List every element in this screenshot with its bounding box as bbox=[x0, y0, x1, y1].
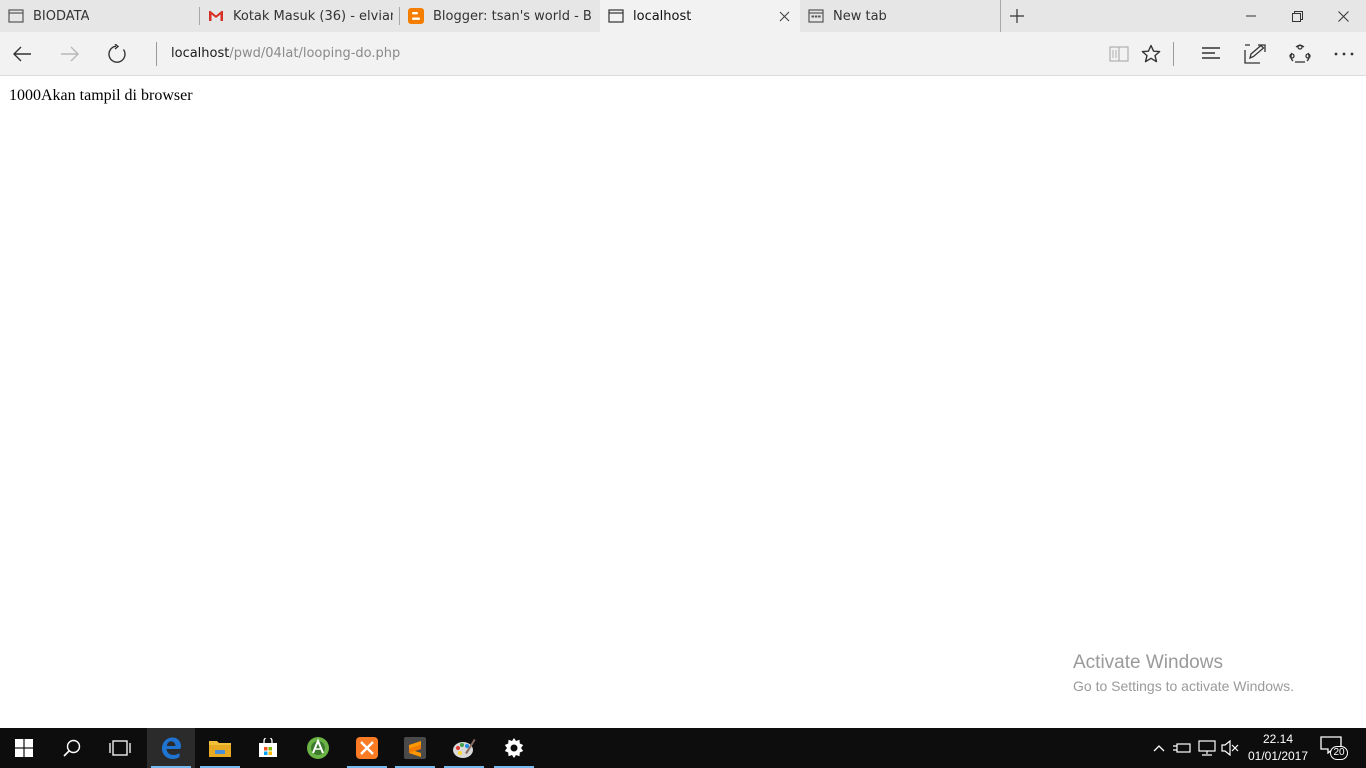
search-icon bbox=[63, 739, 81, 757]
taskbar-clock[interactable]: 22.14 01/01/2017 bbox=[1244, 731, 1312, 765]
taskbar-settings[interactable] bbox=[490, 728, 538, 768]
page-output-text: 1000Akan tampil di browser bbox=[9, 87, 193, 104]
toolbar-divider bbox=[1173, 42, 1174, 66]
network-icon bbox=[1198, 740, 1216, 756]
page-icon bbox=[608, 8, 624, 24]
file-explorer-icon bbox=[209, 741, 231, 757]
back-arrow-icon bbox=[13, 46, 31, 62]
tab-gmail[interactable]: Kotak Masuk (36) - elvianita bbox=[200, 0, 400, 32]
taskbar-sublime-text[interactable] bbox=[391, 728, 439, 768]
close-tab-icon[interactable] bbox=[776, 8, 792, 24]
restore-button[interactable] bbox=[1274, 0, 1320, 32]
start-button[interactable] bbox=[0, 728, 48, 768]
page-icon bbox=[8, 8, 24, 24]
taskbar-android-studio[interactable] bbox=[294, 728, 342, 768]
new-tab-button[interactable] bbox=[1003, 2, 1031, 30]
paint-icon bbox=[453, 739, 476, 758]
refresh-button[interactable] bbox=[101, 38, 135, 70]
star-icon bbox=[1141, 44, 1161, 63]
web-note-button[interactable] bbox=[1238, 38, 1272, 70]
volume-muted-icon bbox=[1221, 740, 1239, 756]
more-button[interactable] bbox=[1327, 38, 1361, 70]
xampp-icon bbox=[356, 737, 378, 759]
task-view-button[interactable] bbox=[96, 728, 144, 768]
watermark-title: Activate Windows bbox=[1073, 652, 1223, 673]
taskbar-store[interactable] bbox=[244, 728, 292, 768]
address-host: localhost bbox=[171, 46, 230, 61]
clock-time: 22.14 bbox=[1262, 732, 1294, 746]
taskbar-xampp[interactable] bbox=[343, 728, 391, 768]
volume-button[interactable] bbox=[1220, 738, 1240, 758]
forward-button[interactable] bbox=[53, 38, 87, 70]
tab-localhost[interactable]: localhost bbox=[600, 0, 800, 32]
address-bar[interactable]: localhost/pwd/04lat/looping-do.php bbox=[171, 46, 400, 61]
hub-button[interactable] bbox=[1194, 38, 1228, 70]
page-content: 1000Akan tampil di browser Activate Wind… bbox=[0, 77, 1366, 728]
share-button[interactable] bbox=[1283, 38, 1317, 70]
reading-view-button[interactable] bbox=[1102, 38, 1136, 70]
start-icon bbox=[15, 739, 33, 757]
more-icon bbox=[1334, 52, 1354, 56]
action-center-button[interactable]: 20 bbox=[1320, 736, 1350, 760]
notification-count-badge: 20 bbox=[1330, 746, 1348, 760]
show-hidden-icons-button[interactable] bbox=[1149, 738, 1169, 758]
back-button[interactable] bbox=[5, 38, 39, 70]
tab-biodata[interactable]: BIODATA bbox=[0, 0, 200, 32]
gmail-icon bbox=[208, 8, 224, 24]
plus-icon bbox=[1010, 9, 1024, 23]
close-icon bbox=[1337, 10, 1349, 22]
search-button[interactable] bbox=[48, 728, 96, 768]
edge-icon bbox=[162, 737, 181, 759]
hub-icon bbox=[1202, 47, 1220, 59]
tab-title: New tab bbox=[833, 8, 887, 24]
navigation-toolbar: localhost/pwd/04lat/looping-do.php bbox=[0, 32, 1366, 76]
tab-blogger[interactable]: Blogger: tsan's world - Buat bbox=[400, 0, 600, 32]
close-window-button[interactable] bbox=[1320, 0, 1366, 32]
taskbar-edge[interactable] bbox=[147, 728, 195, 768]
forward-arrow-icon bbox=[61, 46, 79, 62]
clock-date: 01/01/2017 bbox=[1247, 749, 1309, 763]
task-view-icon bbox=[109, 740, 131, 756]
taskbar-file-explorer[interactable] bbox=[196, 728, 244, 768]
minimize-icon bbox=[1246, 15, 1256, 17]
settings-icon bbox=[504, 738, 524, 758]
address-divider bbox=[156, 42, 157, 66]
sublime-text-icon bbox=[404, 737, 426, 759]
tab-title: localhost bbox=[633, 8, 692, 24]
restore-icon bbox=[1291, 10, 1303, 22]
taskbar: 22.14 01/01/2017 20 bbox=[0, 728, 1366, 768]
share-icon bbox=[1289, 44, 1311, 63]
refresh-icon bbox=[108, 44, 126, 63]
watermark-subtitle: Go to Settings to activate Windows. bbox=[1073, 678, 1294, 694]
favorite-button[interactable] bbox=[1134, 38, 1168, 70]
tab-title: Blogger: tsan's world - Buat bbox=[433, 8, 593, 24]
minimize-button[interactable] bbox=[1228, 0, 1274, 32]
reading-view-icon bbox=[1109, 46, 1129, 62]
power-plug-icon bbox=[1173, 743, 1191, 753]
blogger-icon bbox=[408, 8, 424, 24]
chevron-up-icon bbox=[1153, 745, 1165, 752]
address-path: /pwd/04lat/looping-do.php bbox=[229, 46, 401, 61]
network-button[interactable] bbox=[1197, 738, 1217, 758]
android-studio-icon bbox=[307, 737, 329, 759]
store-icon bbox=[259, 738, 277, 757]
newtab-page-icon bbox=[808, 8, 824, 24]
web-note-icon bbox=[1244, 44, 1266, 64]
tab-divider bbox=[1000, 0, 1001, 32]
activate-windows-watermark: Activate Windows Go to Settings to activ… bbox=[1073, 651, 1294, 697]
tab-strip: BIODATA Kotak Masuk (36) - elvianita Blo… bbox=[0, 0, 1366, 32]
tab-new-tab[interactable]: New tab bbox=[800, 0, 1000, 32]
taskbar-paint[interactable] bbox=[440, 728, 488, 768]
battery-button[interactable] bbox=[1172, 738, 1192, 758]
tab-title: BIODATA bbox=[33, 8, 90, 24]
tab-title: Kotak Masuk (36) - elvianita bbox=[233, 8, 393, 24]
